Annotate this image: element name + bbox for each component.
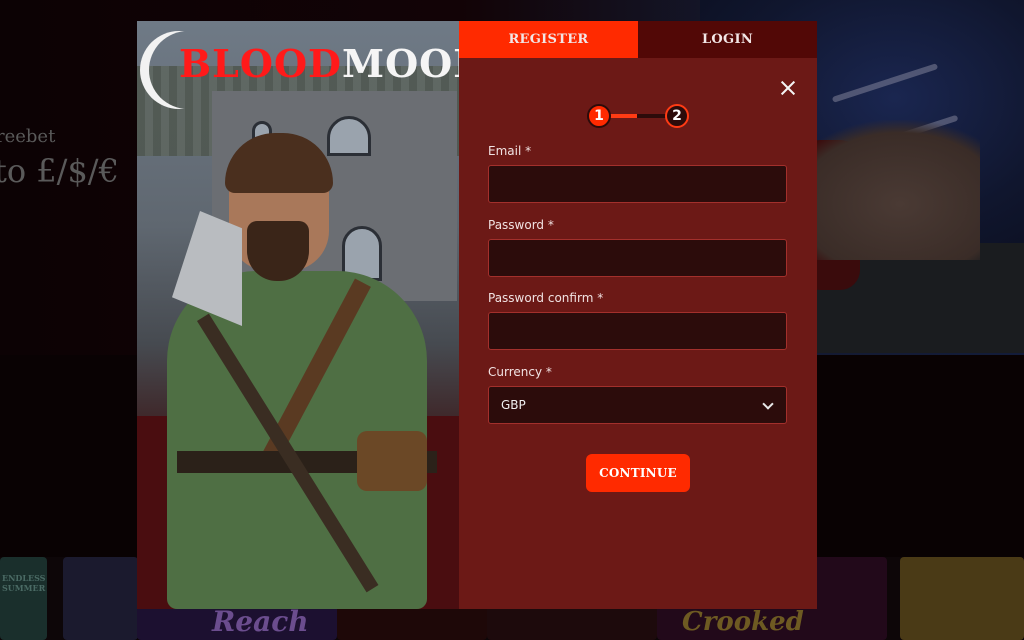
close-icon[interactable]: [779, 79, 797, 97]
bloodmoon-logo: BLOODMOON: [149, 29, 459, 109]
password-label: Password *: [488, 218, 554, 232]
promo-text-line1: reebet: [0, 126, 56, 147]
registration-stepper: 1 2: [587, 104, 689, 128]
game-tile-label: Crooked: [682, 607, 804, 637]
game-tile-label: Reach: [212, 605, 309, 638]
game-tile-label: ENDLESS SUMMER: [2, 573, 46, 593]
auth-tabs: REGISTER LOGIN: [459, 21, 817, 58]
password-field[interactable]: [488, 239, 787, 277]
password-confirm-field[interactable]: [488, 312, 787, 350]
promo-artwork: BLOODMOON: [137, 21, 459, 609]
logo-wordmark: BLOODMOON: [179, 41, 459, 86]
email-label: Email *: [488, 144, 532, 158]
chevron-down-icon: [762, 398, 774, 410]
email-field[interactable]: [488, 165, 787, 203]
password-confirm-label: Password confirm *: [488, 291, 604, 305]
game-tile[interactable]: [900, 557, 1024, 640]
artwork-warrior-beard: [247, 221, 309, 281]
step-1-indicator: 1: [587, 104, 611, 128]
game-tile[interactable]: ENDLESS SUMMER: [0, 557, 47, 640]
stepper-track: [607, 114, 667, 118]
stepper-track-fill: [607, 114, 637, 118]
artwork-bracer: [357, 431, 427, 491]
register-modal: BLOODMOON REGISTER LOGIN 1 2 Email * Pas…: [137, 21, 817, 609]
logo-word-moon: MOON: [342, 41, 459, 86]
artwork-window: [327, 116, 371, 156]
continue-button[interactable]: CONTINUE: [586, 454, 690, 492]
page: reebet to £/$/€ ENDLESS SUMMER Reach Cro…: [0, 0, 1024, 640]
currency-label: Currency *: [488, 365, 552, 379]
game-tile[interactable]: [63, 557, 138, 640]
currency-selected-value: GBP: [501, 398, 526, 412]
tab-login[interactable]: LOGIN: [638, 21, 817, 58]
register-form-panel: REGISTER LOGIN 1 2 Email * Password * Pa…: [459, 21, 817, 609]
tab-register[interactable]: REGISTER: [459, 21, 638, 58]
logo-word-blood: BLOOD: [179, 41, 342, 86]
promo-text-line2: to £/$/€: [0, 152, 119, 190]
step-2-indicator: 2: [665, 104, 689, 128]
currency-select[interactable]: GBP: [488, 386, 787, 424]
